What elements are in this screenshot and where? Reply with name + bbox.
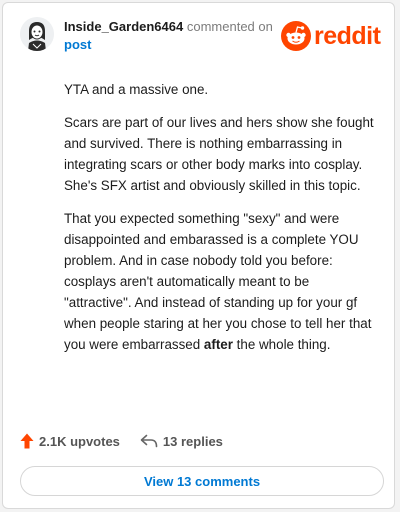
- user-avatar-icon[interactable]: [20, 17, 54, 51]
- comment-body: YTA and a massive one. Scars are part of…: [64, 79, 379, 367]
- reddit-snoo-logo-icon: [281, 21, 311, 51]
- comment-paragraph: That you expected something "sexy" and w…: [64, 208, 379, 355]
- reddit-brand[interactable]: reddit: [281, 21, 381, 51]
- comment-text: the whole thing.: [232, 337, 331, 352]
- username-link[interactable]: Inside_Garden6464: [64, 19, 183, 34]
- replies-count: 13 replies: [162, 433, 223, 449]
- comment-text: That you expected something "sexy" and w…: [64, 211, 372, 352]
- comment-card: Inside_Garden6464 commented on post redd…: [2, 2, 395, 509]
- post-link[interactable]: post: [64, 37, 91, 52]
- reddit-wordmark: reddit: [314, 22, 381, 50]
- upvote-arrow-icon: [20, 433, 34, 449]
- comment-byline: Inside_Garden6464 commented on: [64, 19, 273, 34]
- replies-button[interactable]: 13 replies: [140, 434, 223, 449]
- upvote-count: 2.1K upvotes: [39, 433, 120, 449]
- commented-on-text: commented on: [186, 19, 273, 34]
- upvote-button[interactable]: 2.1K upvotes: [20, 433, 120, 449]
- comment-actions: 2.1K upvotes 13 replies: [20, 431, 223, 451]
- view-comments-button[interactable]: View 13 comments: [20, 466, 384, 496]
- comment-bold-text: after: [203, 337, 233, 352]
- reply-arrow-icon: [140, 434, 158, 448]
- comment-paragraph: YTA and a massive one.: [64, 82, 209, 97]
- comment-paragraph: Scars are part of our lives and hers sho…: [64, 115, 374, 193]
